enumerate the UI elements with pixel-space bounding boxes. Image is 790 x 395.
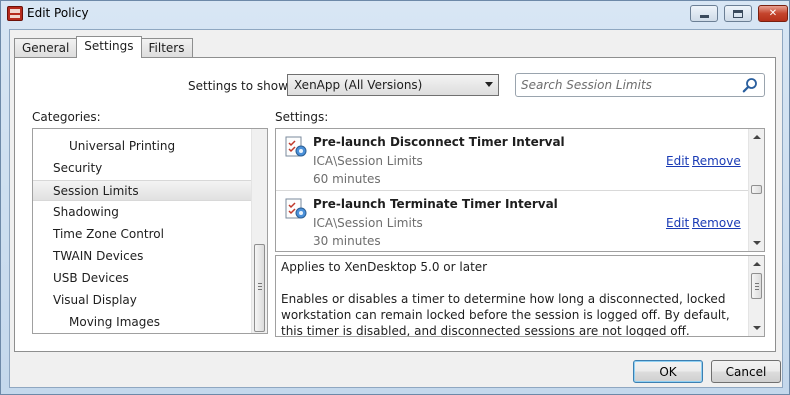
category-twain-devices[interactable]: TWAIN Devices — [33, 246, 253, 267]
setting-row[interactable]: Pre-launch Terminate Timer Interval ICA\… — [276, 190, 748, 250]
categories-list[interactable]: Universal Printing Security Session Limi… — [32, 128, 268, 334]
grip-line — [258, 289, 262, 290]
description-box[interactable]: Applies to XenDesktop 5.0 or later Enabl… — [275, 255, 765, 337]
edit-policy-window: Edit Policy ✕ General Settings Filters S… — [0, 0, 790, 395]
grip-line — [258, 286, 262, 287]
edit-link[interactable]: Edit — [666, 216, 689, 230]
search-box[interactable] — [515, 73, 765, 97]
grip-line — [755, 289, 759, 290]
chevron-down-icon — [485, 82, 493, 87]
policy-setting-icon — [285, 198, 307, 219]
tab-strip: General Settings Filters — [14, 36, 193, 58]
search-input[interactable] — [521, 77, 736, 93]
category-visual-display[interactable]: Visual Display — [33, 290, 253, 311]
applies-to-text: Applies to XenDesktop 5.0 or later — [281, 260, 488, 274]
dialog-client-area: General Settings Filters Settings to sho… — [9, 29, 783, 388]
tab-filters[interactable]: Filters — [140, 38, 193, 58]
description-text: Applies to XenDesktop 5.0 or later Enabl… — [281, 259, 741, 337]
search-icon[interactable] — [742, 77, 758, 93]
settings-scroll-thumb[interactable] — [751, 185, 762, 194]
setting-value: 60 minutes — [313, 172, 381, 186]
setting-title: Pre-launch Terminate Timer Interval — [313, 197, 558, 211]
settings-to-show-dropdown[interactable]: XenApp (All Versions) — [287, 74, 499, 96]
setting-row[interactable]: Pre-launch Disconnect Timer Interval ICA… — [276, 129, 748, 189]
categories-label: Categories: — [32, 110, 101, 124]
categories-scrollbar[interactable] — [251, 129, 267, 333]
settings-scrollbar[interactable] — [748, 129, 764, 251]
ok-button[interactable]: OK — [633, 360, 703, 383]
maximize-icon — [733, 9, 743, 18]
settings-to-show-label: Settings to show: — [188, 79, 292, 93]
settings-label: Settings: — [275, 110, 329, 124]
category-security[interactable]: Security — [33, 158, 253, 179]
category-time-zone-control[interactable]: Time Zone Control — [33, 224, 253, 245]
setting-path: ICA\Session Limits — [313, 216, 423, 230]
close-icon: ✕ — [768, 8, 778, 19]
setting-path: ICA\Session Limits — [313, 154, 423, 168]
setting-title: Pre-launch Disconnect Timer Interval — [313, 135, 565, 149]
category-shadowing[interactable]: Shadowing — [33, 202, 253, 223]
scroll-up-arrow-icon[interactable] — [753, 135, 761, 139]
description-body: Enables or disables a timer to determine… — [281, 292, 730, 337]
minimize-icon — [699, 14, 709, 18]
tab-general[interactable]: General — [14, 38, 78, 58]
title-bar[interactable]: Edit Policy ✕ — [1, 1, 789, 27]
app-icon — [7, 6, 23, 21]
category-moving-images[interactable]: Moving Images — [33, 312, 253, 333]
settings-list[interactable]: Pre-launch Disconnect Timer Interval ICA… — [275, 128, 765, 252]
policy-setting-icon — [285, 136, 307, 157]
minimize-button[interactable] — [690, 5, 718, 22]
setting-value: 30 minutes — [313, 234, 381, 248]
description-scroll-thumb[interactable] — [751, 273, 762, 299]
scroll-up-arrow-icon[interactable] — [753, 262, 761, 266]
maximize-button[interactable] — [724, 5, 752, 22]
grip-line — [755, 283, 759, 284]
grip-line — [755, 286, 759, 287]
tab-settings[interactable]: Settings — [76, 36, 142, 58]
scroll-down-arrow-icon[interactable] — [753, 326, 761, 330]
categories-scroll-thumb[interactable] — [254, 244, 265, 332]
category-usb-devices[interactable]: USB Devices — [33, 268, 253, 289]
description-scrollbar[interactable] — [748, 256, 764, 336]
settings-to-show-value: XenApp (All Versions) — [294, 78, 423, 92]
category-session-limits[interactable]: Session Limits — [33, 180, 253, 201]
grip-line — [258, 283, 262, 284]
remove-link[interactable]: Remove — [692, 154, 741, 168]
close-button[interactable]: ✕ — [758, 5, 788, 22]
edit-link[interactable]: Edit — [666, 154, 689, 168]
category-universal-printing[interactable]: Universal Printing — [33, 136, 253, 157]
settings-tab-panel: Settings to show: XenApp (All Versions) … — [14, 57, 776, 352]
scroll-down-arrow-icon[interactable] — [753, 241, 761, 245]
remove-link[interactable]: Remove — [692, 216, 741, 230]
window-title: Edit Policy — [27, 6, 89, 20]
cancel-button[interactable]: Cancel — [711, 360, 781, 383]
